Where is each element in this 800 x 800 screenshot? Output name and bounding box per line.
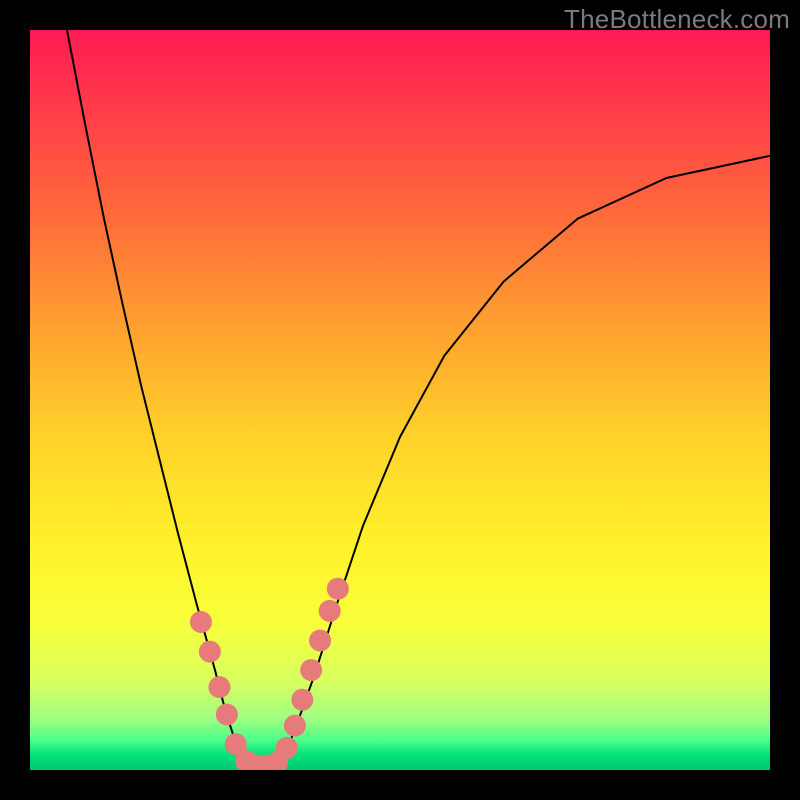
chart-overlay [30, 30, 770, 770]
data-marker [291, 689, 313, 711]
data-marker [190, 611, 212, 633]
chart-frame: TheBottleneck.com [0, 0, 800, 800]
watermark-text: TheBottleneck.com [564, 4, 790, 35]
data-marker [284, 715, 306, 737]
data-marker [199, 641, 221, 663]
marker-group [190, 578, 349, 770]
data-marker [208, 676, 230, 698]
data-marker [309, 630, 331, 652]
data-marker [327, 578, 349, 600]
curve-right-curve [282, 156, 770, 763]
data-marker [319, 600, 341, 622]
data-marker [300, 659, 322, 681]
curve-group [67, 30, 770, 767]
data-marker [216, 704, 238, 726]
plot-area [30, 30, 770, 770]
data-marker [276, 737, 298, 759]
